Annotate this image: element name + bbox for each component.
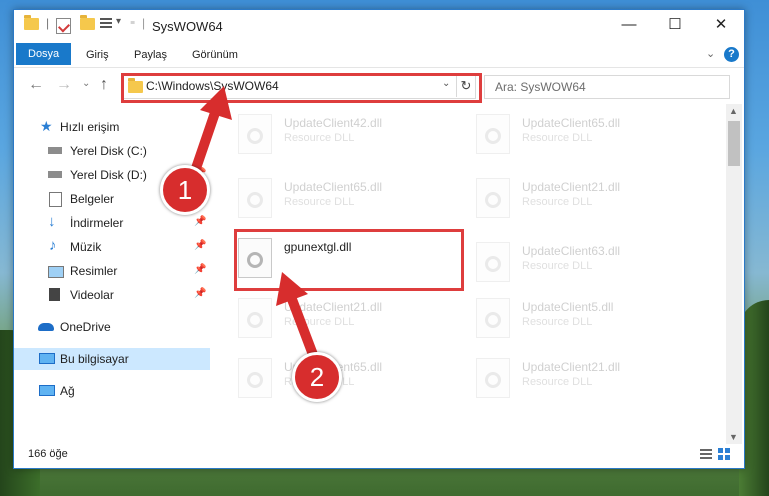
sidebar-item-label: Ağ	[60, 384, 75, 398]
sidebar-item-label: Yerel Disk (D:)	[70, 168, 147, 182]
file-type: Resource DLL	[284, 196, 355, 208]
sidebar-item-label: Müzik	[70, 240, 102, 254]
folder-icon	[24, 15, 39, 34]
title-separator: |	[142, 16, 146, 30]
details-view-icon[interactable]	[700, 448, 712, 460]
window-title: SysWOW64	[152, 19, 223, 34]
dll-file-icon	[476, 298, 510, 338]
minimize-button[interactable]: —	[606, 10, 652, 40]
file-name: UpdateClient21.dll	[522, 360, 621, 374]
qa-chevron-icon[interactable]: ₌	[130, 16, 135, 32]
vertical-scrollbar[interactable]: ▲ ▼	[726, 104, 742, 444]
file-item[interactable]: UpdateClient63.dll Resource DLL	[476, 238, 706, 284]
properties-icon[interactable]	[56, 18, 71, 34]
search-input[interactable]: Ara: SysWOW64	[484, 75, 730, 99]
file-name: UpdateClient42.dll	[284, 116, 383, 130]
scroll-down-icon[interactable]: ▼	[729, 432, 738, 442]
computer-icon	[39, 353, 55, 364]
file-item[interactable]: UpdateClient21.dll Resource DLL	[476, 354, 706, 400]
sidebar-item-onedrive[interactable]: OneDrive	[14, 316, 210, 338]
file-name: UpdateClient65.dll	[522, 116, 621, 130]
maximize-button[interactable]: ☐	[652, 10, 698, 40]
close-button[interactable]: ✕	[698, 10, 744, 40]
file-name: UpdateClient5.dll	[522, 300, 614, 314]
step-badge-2: 2	[292, 352, 342, 402]
dll-file-icon	[476, 178, 510, 218]
dropdown-icon[interactable]: ▾	[116, 16, 121, 32]
address-bar-row: ← → ⌄ ↑ C:\Windows\SysWOW64 ⌄ ↻ Ara: Sys…	[14, 67, 744, 104]
file-type: Resource DLL	[284, 132, 355, 144]
downloads-icon: ↓	[48, 213, 56, 230]
scroll-thumb[interactable]	[728, 121, 740, 166]
title-bar: | ▾ ₌ | SysWOW64 — ☐ ✕	[14, 10, 744, 43]
file-type: Resource DLL	[522, 376, 593, 388]
sidebar-item-network[interactable]: Ağ	[14, 380, 210, 402]
network-icon	[39, 385, 55, 396]
sidebar-item-label: Hızlı erişim	[60, 120, 120, 134]
documents-icon	[49, 192, 62, 207]
file-type: Resource DLL	[522, 196, 593, 208]
star-icon: ★	[40, 118, 53, 134]
pin-icon: 📌	[194, 240, 207, 251]
sidebar-item-label: Videolar	[70, 288, 114, 302]
file-type: Resource DLL	[522, 260, 593, 272]
file-name: UpdateClient21.dll	[522, 180, 621, 194]
sidebar-item-label: Belgeler	[70, 192, 115, 206]
dll-file-icon	[238, 358, 272, 398]
scroll-up-icon[interactable]: ▲	[729, 106, 738, 116]
step-badge-1: 1	[160, 165, 210, 215]
customize-quick-access-icon[interactable]	[100, 17, 112, 31]
new-folder-icon[interactable]	[80, 15, 95, 34]
item-count: 166 öğe	[28, 448, 68, 460]
status-bar: 166 öğe	[14, 444, 744, 466]
up-arrow-icon[interactable]: ↑	[100, 76, 108, 94]
pin-icon: 📌	[194, 288, 207, 299]
pin-icon: 📌	[194, 216, 207, 227]
large-icons-view-icon[interactable]	[718, 448, 730, 460]
file-type: Resource DLL	[522, 316, 593, 328]
back-arrow-icon[interactable]: ←	[28, 76, 44, 94]
music-icon: ♪	[49, 237, 57, 254]
sidebar-item-label: Bu bilgisayar	[60, 352, 129, 366]
cloud-icon	[38, 323, 54, 331]
tab-gorunum[interactable]: Görünüm	[192, 45, 238, 65]
help-icon[interactable]: ?	[724, 47, 739, 62]
separator: |	[46, 16, 50, 30]
dll-file-icon	[476, 358, 510, 398]
file-explorer-window: | ▾ ₌ | SysWOW64 — ☐ ✕ Dosya Giriş Payla…	[13, 9, 745, 469]
file-item[interactable]: UpdateClient5.dll Resource DLL	[476, 294, 706, 340]
tab-paylas[interactable]: Paylaş	[134, 45, 167, 65]
sidebar-item-pictures[interactable]: Resimler 📌	[14, 260, 210, 282]
pictures-icon	[48, 266, 64, 278]
expand-ribbon-icon[interactable]: ⌄	[706, 44, 715, 64]
sidebar-item-label: OneDrive	[60, 320, 111, 334]
sidebar-item-label: Resimler	[70, 264, 118, 278]
sidebar-item-this-pc[interactable]: Bu bilgisayar	[14, 348, 210, 370]
search-placeholder: Ara: SysWOW64	[495, 80, 586, 94]
dll-file-icon	[238, 298, 272, 338]
file-name: UpdateClient63.dll	[522, 244, 621, 258]
pin-icon: 📌	[194, 264, 207, 275]
videos-icon	[49, 288, 60, 301]
file-item[interactable]: UpdateClient21.dll Resource DLL	[476, 174, 706, 220]
dll-file-icon	[476, 242, 510, 282]
tab-dosya[interactable]: Dosya	[16, 43, 72, 65]
sidebar-item-label: İndirmeler	[70, 216, 124, 230]
file-name: UpdateClient65.dll	[284, 180, 383, 194]
sidebar-item-music[interactable]: ♪ Müzik 📌	[14, 236, 210, 258]
drive-icon	[48, 171, 62, 178]
file-type: Resource DLL	[522, 132, 593, 144]
file-item[interactable]: UpdateClient65.dll Resource DLL	[238, 174, 468, 220]
file-item[interactable]: UpdateClient65.dll Resource DLL	[476, 110, 706, 156]
sidebar-item-downloads[interactable]: ↓ İndirmeler 📌	[14, 212, 210, 234]
sidebar-item-label: Yerel Disk (C:)	[70, 144, 147, 158]
recent-locations-icon[interactable]: ⌄	[82, 78, 90, 89]
ribbon-tabs: Dosya Giriş Paylaş Görünüm ⌄ ?	[14, 43, 744, 67]
tab-giris[interactable]: Giriş	[86, 45, 109, 65]
drive-icon	[48, 147, 62, 154]
sidebar-item-videos[interactable]: Videolar 📌	[14, 284, 210, 306]
file-item[interactable]: UpdateClient42.dll Resource DLL	[238, 110, 468, 156]
forward-arrow-icon[interactable]: →	[56, 76, 72, 94]
dll-file-icon	[476, 114, 510, 154]
